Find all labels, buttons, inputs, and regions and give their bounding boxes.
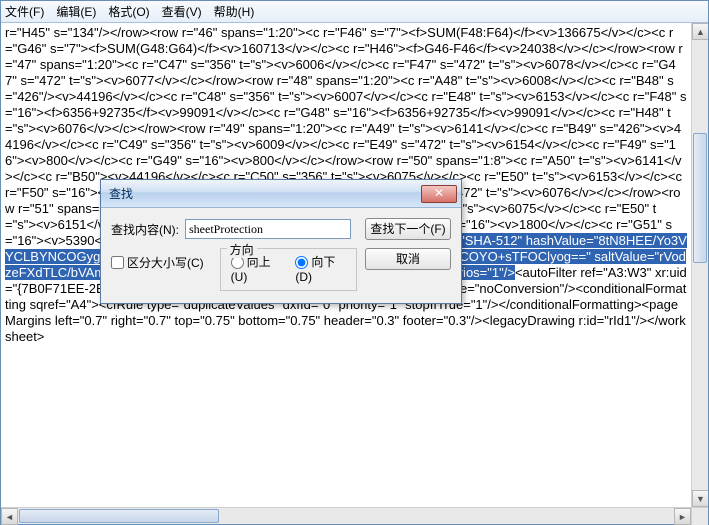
menu-help[interactable]: 帮助(H) — [214, 3, 255, 20]
menubar: 文件(F) 编辑(E) 格式(O) 查看(V) 帮助(H) — [1, 1, 708, 23]
dialog-body: 查找内容(N): 查找下一个(F) 区分大小写(C) 方向 向上(U) 向下(D… — [101, 208, 461, 303]
direction-legend: 方向 — [227, 241, 257, 258]
cancel-button[interactable]: 取消 — [365, 248, 451, 270]
radio-down[interactable] — [295, 256, 308, 269]
scroll-down-icon[interactable]: ▼ — [692, 490, 708, 507]
find-label: 查找内容(N): — [111, 221, 179, 238]
radio-down-wrap[interactable]: 向下(D) — [295, 253, 346, 284]
scroll-thumb-v[interactable] — [693, 133, 707, 263]
menu-edit[interactable]: 编辑(E) — [56, 3, 96, 20]
dialog-titlebar[interactable]: 查找 ✕ — [101, 180, 461, 208]
close-icon[interactable]: ✕ — [421, 185, 457, 203]
menu-view[interactable]: 查看(V) — [162, 3, 202, 20]
match-case-checkbox[interactable] — [111, 256, 124, 269]
match-case-label: 区分大小写(C) — [127, 254, 204, 271]
find-dialog: 查找 ✕ 查找内容(N): 查找下一个(F) 区分大小写(C) 方向 向上(U)… — [100, 179, 462, 304]
scroll-thumb-h[interactable] — [19, 509, 219, 523]
horizontal-scrollbar[interactable]: ◄ ► — [1, 507, 708, 524]
scroll-up-icon[interactable]: ▲ — [692, 23, 708, 40]
find-next-button[interactable]: 查找下一个(F) — [365, 218, 451, 240]
scroll-right-icon[interactable]: ► — [674, 508, 691, 525]
find-input[interactable] — [185, 219, 351, 239]
dialog-title: 查找 — [109, 185, 421, 202]
menu-format[interactable]: 格式(O) — [108, 3, 149, 20]
radio-up[interactable] — [231, 256, 244, 269]
vertical-scrollbar[interactable]: ▲ ▼ — [691, 23, 708, 507]
scroll-left-icon[interactable]: ◄ — [1, 508, 18, 525]
direction-group: 方向 向上(U) 向下(D) — [220, 248, 357, 291]
menu-file[interactable]: 文件(F) — [5, 3, 44, 20]
scroll-corner — [691, 508, 708, 525]
